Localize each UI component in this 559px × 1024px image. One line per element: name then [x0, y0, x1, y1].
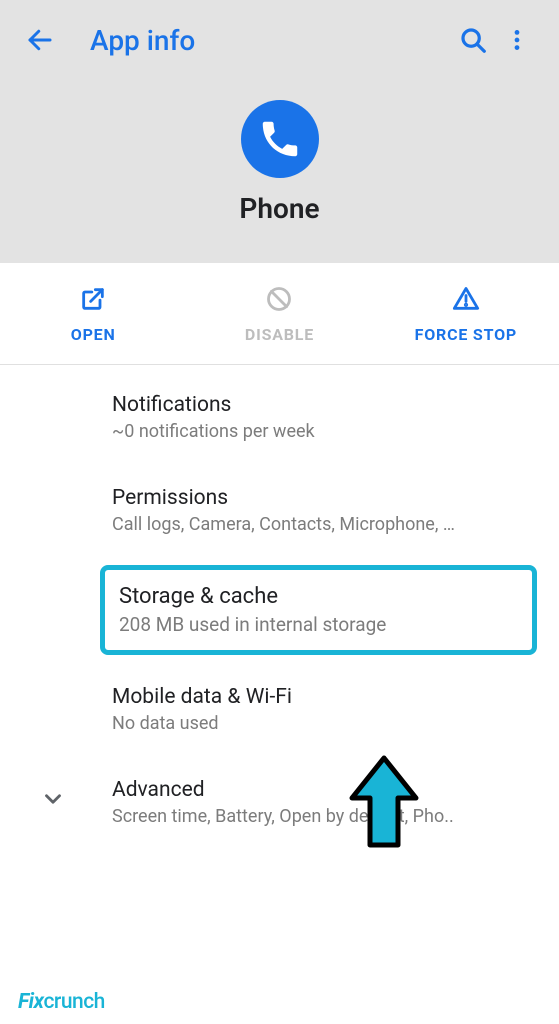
- storage-title: Storage & cache: [119, 584, 518, 609]
- app-name: Phone: [239, 192, 319, 225]
- force-stop-label: FORCE STOP: [415, 325, 517, 344]
- search-icon[interactable]: [451, 18, 495, 62]
- force-stop-button[interactable]: FORCE STOP: [373, 263, 559, 364]
- app-summary: Phone: [0, 72, 559, 243]
- open-button[interactable]: OPEN: [0, 263, 186, 364]
- action-row: OPEN DISABLE FORCE STOP: [0, 263, 559, 365]
- list-item-mobile-data[interactable]: Mobile data & Wi-Fi No data used: [0, 663, 559, 756]
- top-bar: App info: [0, 0, 559, 72]
- header-area: App info Phone: [0, 0, 559, 263]
- notifications-sub: ~0 notifications per week: [112, 421, 537, 442]
- page-title: App info: [90, 24, 451, 57]
- list-item-notifications[interactable]: Notifications ~0 notifications per week: [0, 371, 559, 464]
- app-icon: [241, 100, 319, 178]
- advanced-sub: Screen time, Battery, Open by default, P…: [112, 806, 537, 827]
- back-arrow-icon[interactable]: [20, 20, 60, 60]
- disable-icon: [265, 285, 293, 317]
- watermark-fix: Fix: [18, 990, 43, 1014]
- disable-label: DISABLE: [245, 325, 314, 344]
- settings-list: Notifications ~0 notifications per week …: [0, 365, 559, 843]
- overflow-menu-icon[interactable]: [495, 18, 539, 62]
- permissions-sub: Call logs, Camera, Contacts, Microphone,…: [112, 514, 537, 535]
- list-item-permissions[interactable]: Permissions Call logs, Camera, Contacts,…: [0, 464, 559, 557]
- disable-button: DISABLE: [186, 263, 372, 364]
- storage-sub: 208 MB used in internal storage: [119, 613, 518, 636]
- force-stop-icon: [452, 285, 480, 317]
- chevron-down-icon: [40, 786, 66, 816]
- permissions-title: Permissions: [112, 486, 537, 510]
- list-item-storage[interactable]: Storage & cache 208 MB used in internal …: [100, 565, 537, 655]
- watermark-crunch: crunch: [43, 990, 104, 1014]
- watermark: Fixcrunch: [18, 990, 105, 1014]
- mobile-data-sub: No data used: [112, 713, 537, 734]
- mobile-data-title: Mobile data & Wi-Fi: [112, 685, 537, 709]
- open-icon: [79, 285, 107, 317]
- notifications-title: Notifications: [112, 393, 537, 417]
- open-label: OPEN: [71, 325, 116, 344]
- list-item-advanced[interactable]: Advanced Screen time, Battery, Open by d…: [0, 756, 559, 837]
- advanced-title: Advanced: [112, 778, 537, 802]
